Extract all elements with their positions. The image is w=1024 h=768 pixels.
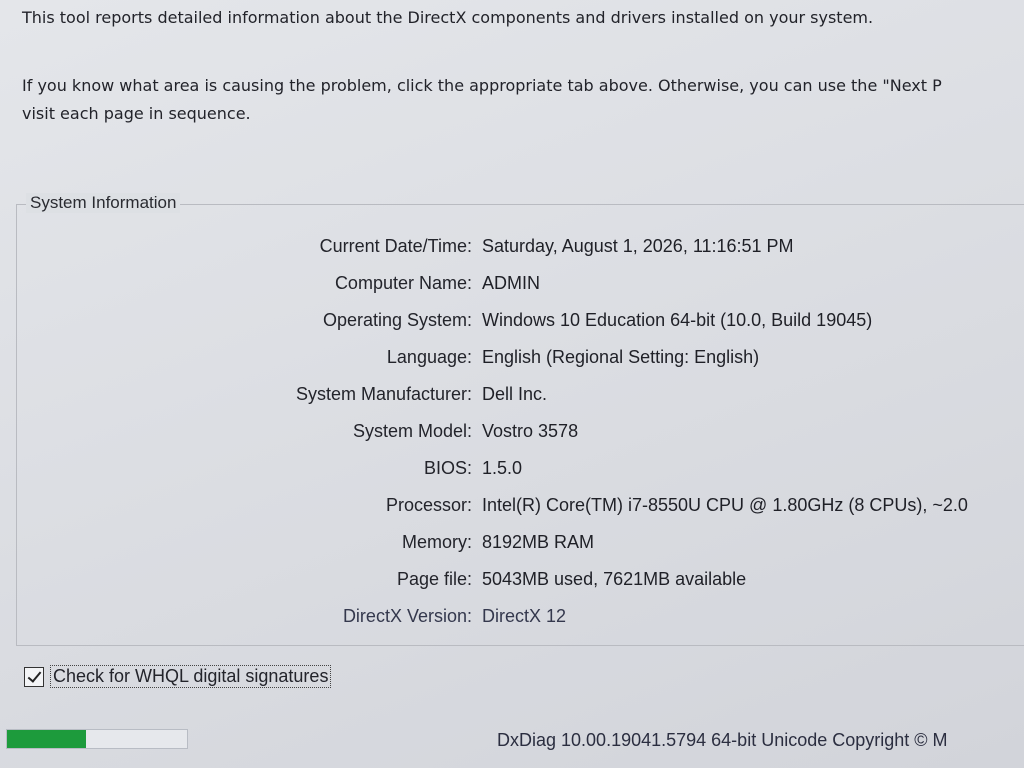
info-row-computer-name: Computer Name: ADMIN xyxy=(0,265,1024,302)
info-value: Windows 10 Education 64-bit (10.0, Build… xyxy=(482,310,873,330)
info-row-system-model: System Model: Vostro 3578 xyxy=(0,413,1024,450)
info-value: 5043MB used, 7621MB available xyxy=(482,569,747,589)
info-value: DirectX 12 xyxy=(482,606,567,626)
info-label: Page file: xyxy=(396,569,472,589)
info-value: ADMIN xyxy=(482,273,540,293)
whql-checkbox-control[interactable]: Check for WHQL digital signatures xyxy=(24,665,332,688)
info-label: Language: xyxy=(386,347,472,367)
info-label: Processor: xyxy=(385,495,472,515)
progress-bar xyxy=(6,729,188,749)
info-row-language: Language: English (Regional Setting: Eng… xyxy=(0,339,1024,376)
info-label: Memory: xyxy=(401,532,472,552)
system-information-title: System Information xyxy=(26,193,181,213)
info-value: 1.5.0 xyxy=(482,458,523,478)
version-copyright-text: DxDiag 10.00.19041.5794 64-bit Unicode C… xyxy=(497,730,948,750)
intro-text-line-1: This tool reports detailed information a… xyxy=(22,8,874,27)
info-value: Dell Inc. xyxy=(482,384,548,404)
info-value: English (Regional Setting: English) xyxy=(482,347,760,367)
info-label: System Manufacturer: xyxy=(295,384,472,404)
intro-text-line-2: If you know what area is causing the pro… xyxy=(22,76,942,95)
info-value: Vostro 3578 xyxy=(482,421,579,441)
info-label: DirectX Version: xyxy=(342,606,472,626)
whql-checkbox-label[interactable]: Check for WHQL digital signatures xyxy=(50,665,332,688)
progress-bar-fill xyxy=(7,730,87,748)
info-row-processor: Processor: Intel(R) Core(TM) i7-8550U CP… xyxy=(0,487,1024,524)
info-label: Current Date/Time: xyxy=(319,236,472,256)
info-value: 8192MB RAM xyxy=(482,532,595,552)
dxdiag-system-tab: This tool reports detailed information a… xyxy=(0,0,1024,768)
whql-checkbox[interactable] xyxy=(24,666,44,687)
info-value: Intel(R) Core(TM) i7-8550U CPU @ 1.80GHz… xyxy=(482,495,968,515)
intro-text-line-3: visit each page in sequence. xyxy=(22,104,251,123)
info-row-date-time: Current Date/Time: Saturday, August 1, 2… xyxy=(0,228,1024,265)
system-information-rows: Current Date/Time: Saturday, August 1, 2… xyxy=(0,228,1024,635)
info-row-page-file: Page file: 5043MB used, 7621MB available xyxy=(0,561,1024,598)
info-row-memory: Memory: 8192MB RAM xyxy=(0,524,1024,561)
info-label: System Model: xyxy=(352,421,472,441)
intro-text-lines: If you know what area is causing the pro… xyxy=(22,72,942,128)
info-label: Operating System: xyxy=(322,310,472,330)
info-value: Saturday, August 1, 2026, 11:16:51 PM xyxy=(482,236,794,256)
info-row-bios: BIOS: 1.5.0 xyxy=(0,450,1024,487)
info-label: BIOS: xyxy=(423,458,472,478)
info-label: Computer Name: xyxy=(334,273,472,293)
info-row-operating-system: Operating System: Windows 10 Education 6… xyxy=(0,302,1024,339)
info-row-directx-version: DirectX Version: DirectX 12 xyxy=(0,598,1024,635)
info-row-system-manufacturer: System Manufacturer: Dell Inc. xyxy=(0,376,1024,413)
